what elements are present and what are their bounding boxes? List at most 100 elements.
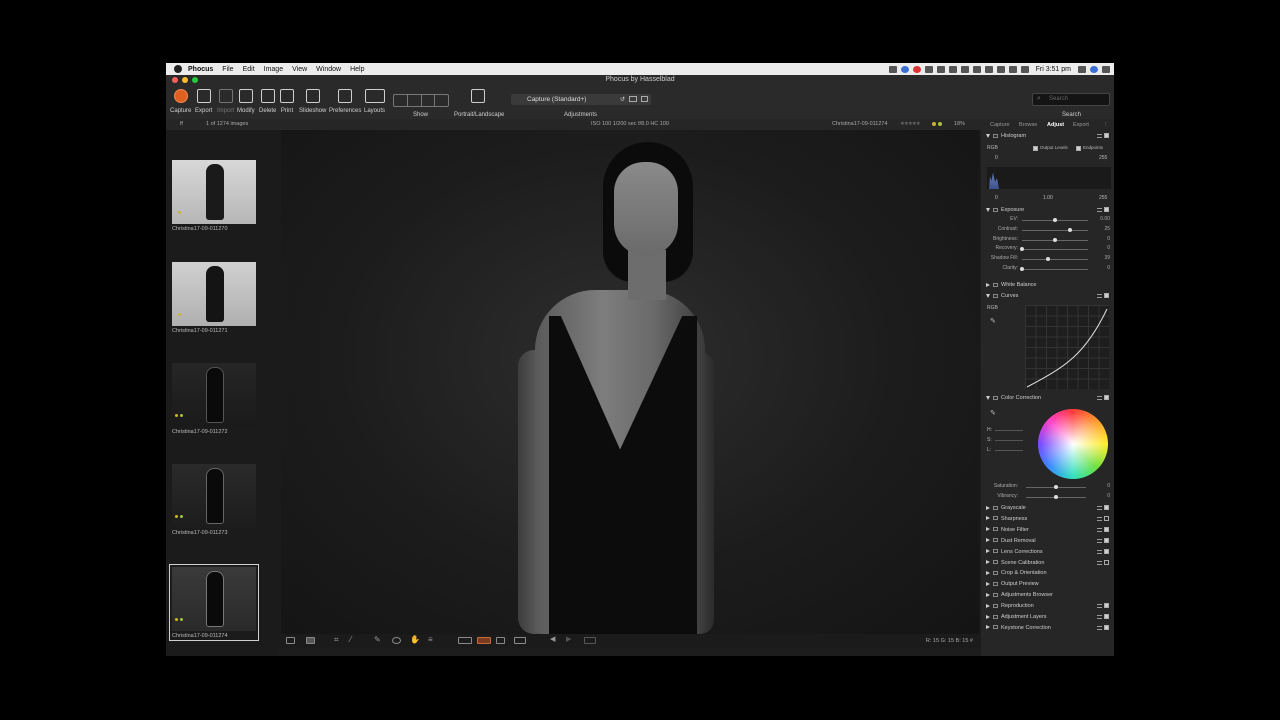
- capture-button[interactable]: Capture: [170, 89, 191, 114]
- undo-icon[interactable]: ↺: [620, 96, 625, 103]
- hue-slider[interactable]: [995, 430, 1023, 431]
- disclosure-closed-icon[interactable]: [986, 516, 990, 521]
- disclosure-closed-icon[interactable]: [986, 549, 990, 554]
- rating-stars[interactable]: ★★★★★: [900, 121, 921, 127]
- status-icon[interactable]: [984, 65, 993, 73]
- filter-menu[interactable]: ff: [180, 121, 183, 127]
- adjustments-recipe-select[interactable]: Capture (Standard+) ↺: [511, 94, 651, 105]
- show-full-icon[interactable]: [435, 95, 448, 106]
- section-menu-icon[interactable]: [1097, 560, 1102, 565]
- thumbnail[interactable]: Christina17-09-011270: [172, 160, 256, 232]
- tool-adjustment-layers[interactable]: Adjustment Layers: [986, 614, 1047, 620]
- menu-file[interactable]: File: [222, 66, 233, 73]
- status-icon[interactable]: [924, 65, 933, 73]
- saturation-hsl-slider[interactable]: [995, 440, 1023, 441]
- disclosure-open-icon[interactable]: [986, 207, 990, 212]
- tab-export[interactable]: Export: [1073, 122, 1089, 128]
- search-field[interactable]: ⌕ Search: [1032, 93, 1110, 106]
- slideshow-button[interactable]: Slideshow: [299, 89, 326, 114]
- tool-sharpness[interactable]: Sharpness: [986, 516, 1027, 522]
- color-correction-enable-checkbox[interactable]: [1104, 395, 1109, 400]
- disclosure-closed-icon[interactable]: [986, 538, 990, 543]
- eyedropper-icon[interactable]: ✎: [990, 409, 996, 417]
- exposure-enable-checkbox[interactable]: [1104, 207, 1109, 212]
- exposure-slider-track[interactable]: [1022, 259, 1088, 261]
- menu-icon[interactable]: ≡: [428, 635, 437, 644]
- exposure-slider-value[interactable]: 0.00: [1100, 216, 1110, 222]
- print-button[interactable]: Print: [280, 89, 294, 114]
- exposure-warning-icon[interactable]: [458, 637, 472, 644]
- section-menu-icon[interactable]: [1097, 538, 1102, 543]
- focus-mask-icon[interactable]: [477, 637, 491, 644]
- color-correction-slider-value[interactable]: 0: [1107, 493, 1110, 499]
- exposure-slider-track[interactable]: [1022, 229, 1088, 231]
- status-icon[interactable]: [900, 65, 909, 73]
- modify-button[interactable]: Modify: [237, 89, 255, 114]
- tool-noise-filter[interactable]: Noise Filter: [986, 527, 1029, 533]
- endpoints-checkbox[interactable]: [1076, 146, 1081, 151]
- delete-button[interactable]: Delete: [259, 89, 276, 114]
- next-image-icon[interactable]: ▶: [566, 635, 575, 643]
- battery-icon[interactable]: [1020, 65, 1029, 73]
- section-menu-icon[interactable]: [1097, 134, 1102, 138]
- menu-view[interactable]: View: [292, 66, 307, 73]
- disclosure-open-icon[interactable]: [986, 293, 990, 298]
- exposure-slider-knob[interactable]: [1020, 267, 1024, 271]
- single-view-icon[interactable]: [306, 637, 315, 644]
- disclosure-open-icon[interactable]: [986, 133, 990, 138]
- grayscale-enable-checkbox[interactable]: [1104, 505, 1109, 510]
- color-correction-slider-knob[interactable]: [1054, 485, 1058, 489]
- tool-dust-removal[interactable]: Dust Removal: [986, 538, 1036, 544]
- compare-icon[interactable]: [286, 637, 295, 644]
- loupe-icon[interactable]: [392, 637, 401, 644]
- section-menu-icon[interactable]: [1097, 615, 1102, 619]
- menu-edit[interactable]: Edit: [243, 66, 255, 73]
- show-toggle-group[interactable]: [393, 94, 449, 107]
- exposure-slider-track[interactable]: [1022, 269, 1088, 270]
- tool-scene-calibration[interactable]: Scene Calibration: [986, 560, 1044, 566]
- notification-center-icon[interactable]: [1102, 65, 1110, 73]
- histogram-enable-checkbox[interactable]: [1104, 133, 1109, 138]
- thumbnail[interactable]: Christina17-09-011271: [172, 262, 256, 334]
- keystone-correction-enable-checkbox[interactable]: [1104, 624, 1109, 630]
- tab-capture[interactable]: Capture: [990, 122, 1010, 128]
- show-viewer-icon[interactable]: [408, 95, 422, 106]
- thumbnail[interactable]: Christina17-09-011273: [172, 464, 256, 536]
- thumbnail-selected[interactable]: Christina17-09-011274: [172, 567, 256, 639]
- exposure-slider-knob[interactable]: [1053, 237, 1057, 242]
- disclosure-open-icon[interactable]: [986, 395, 990, 400]
- tool-grayscale[interactable]: Grayscale: [986, 505, 1026, 511]
- tab-browse[interactable]: Browse: [1019, 122, 1037, 128]
- overlay-icon[interactable]: [514, 637, 526, 644]
- levels-high[interactable]: 255: [1099, 195, 1107, 201]
- histogram-graph[interactable]: [987, 167, 1111, 189]
- brush-icon[interactable]: ✎: [374, 635, 383, 644]
- thumbnail[interactable]: Christina17-09-011272: [172, 363, 256, 435]
- section-menu-icon[interactable]: [1097, 527, 1102, 532]
- levels-low[interactable]: 0: [995, 195, 998, 201]
- section-menu-icon[interactable]: [1097, 506, 1102, 510]
- dust-removal-enable-checkbox[interactable]: [1104, 537, 1109, 543]
- histogram-channel-select[interactable]: RGB: [987, 145, 998, 151]
- lock-icon[interactable]: [641, 96, 648, 102]
- noise-filter-enable-checkbox[interactable]: [1104, 526, 1109, 532]
- status-icon[interactable]: [936, 65, 945, 73]
- image-viewer[interactable]: [278, 130, 981, 634]
- menu-window[interactable]: Window: [316, 66, 341, 73]
- import-button[interactable]: Import: [217, 89, 234, 114]
- exposure-slider-value[interactable]: 25: [1104, 226, 1110, 232]
- section-menu-icon[interactable]: [1097, 396, 1102, 400]
- apple-icon[interactable]: [174, 65, 182, 73]
- menubar-clock[interactable]: Fri 3:51 pm: [1036, 66, 1071, 73]
- exposure-slider-value[interactable]: 0: [1107, 245, 1110, 251]
- exposure-slider-track[interactable]: [1022, 249, 1088, 251]
- curves-graph[interactable]: [1025, 305, 1109, 389]
- disclosure-closed-icon[interactable]: [986, 527, 990, 532]
- siri-icon[interactable]: [1090, 65, 1098, 73]
- levels-mid[interactable]: 1.00: [1043, 195, 1053, 201]
- eyedropper-icon[interactable]: ✎: [990, 317, 996, 325]
- tool-adjustments-browser[interactable]: Adjustments Browser: [986, 592, 1053, 598]
- sharpness-enable-checkbox[interactable]: [1104, 515, 1109, 521]
- curves-channel-select[interactable]: RGB: [987, 305, 998, 311]
- exposure-slider-value[interactable]: 0: [1107, 236, 1110, 242]
